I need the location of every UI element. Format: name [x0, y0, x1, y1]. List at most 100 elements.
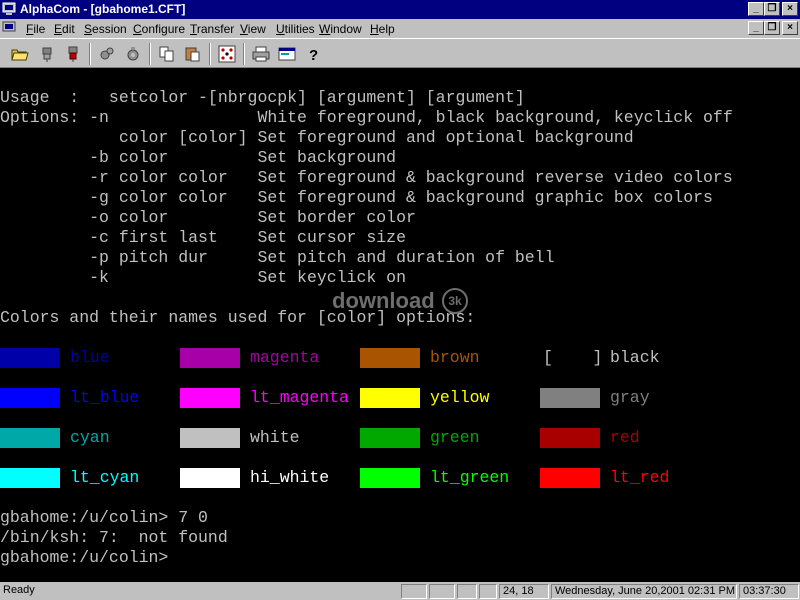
menu-bar: File Edit Session Configure Transfer Vie…	[0, 19, 800, 38]
usage-line: color [color] Set foreground and optiona…	[0, 128, 634, 147]
window-icon	[278, 47, 296, 61]
shell-prompt-line: gbahome:/u/colin>	[0, 548, 169, 567]
menu-transfer[interactable]: Transfer	[190, 22, 234, 36]
color-swatch-hi-white	[180, 468, 240, 488]
color-name-gray: gray	[610, 388, 650, 407]
watermark-text: download	[332, 288, 435, 313]
paste-icon	[185, 47, 200, 62]
print-button[interactable]	[250, 43, 272, 65]
color-name-magenta: magenta	[250, 348, 320, 367]
menu-session[interactable]: Session	[84, 22, 127, 36]
menu-view[interactable]: View	[240, 22, 266, 36]
svg-text:?: ?	[309, 47, 318, 63]
color-name-white: white	[250, 428, 300, 447]
status-datetime: Wednesday, June 20,2001 02:31 PM	[551, 584, 737, 599]
color-swatch-yellow	[360, 388, 420, 408]
grid-dots-icon	[218, 45, 236, 63]
settings-button[interactable]	[122, 43, 144, 65]
color-swatch-gray	[540, 388, 600, 408]
watermark-badge: 3k	[442, 288, 468, 314]
gears-icon	[100, 47, 114, 60]
close-button[interactable]: ×	[782, 2, 798, 16]
color-swatch-lt-magenta	[180, 388, 240, 408]
doc-minimize-button[interactable]: _	[748, 21, 764, 35]
connect-plug-icon	[42, 47, 52, 62]
open-folder-button[interactable]	[9, 43, 31, 65]
printer-icon	[252, 46, 270, 62]
toolbar-separator	[149, 43, 151, 65]
color-name-hi-white: hi_white	[250, 468, 330, 487]
color-swatch-lt-red	[540, 468, 600, 488]
color-name-lt-magenta: lt_magenta	[250, 388, 350, 407]
copy-icon	[159, 46, 174, 62]
window-layout-button[interactable]	[276, 43, 298, 65]
color-name-black: black	[610, 348, 660, 367]
color-swatch-red	[540, 428, 600, 448]
doc-restore-button[interactable]: ❐	[764, 21, 780, 35]
color-swatch-black-bracket: [ ]	[543, 348, 603, 367]
help-question-icon: ?	[309, 47, 318, 63]
menu-window[interactable]: Window	[319, 22, 362, 36]
status-ready: Ready	[3, 584, 35, 596]
disconnect-plug-icon	[68, 46, 78, 62]
color-swatch-magenta	[180, 348, 240, 368]
color-name-lt-blue: lt_blue	[70, 388, 140, 407]
terminal-screen[interactable]: Usage : setcolor -[nbrgocpk] [argument] …	[0, 68, 800, 582]
status-indicator	[457, 584, 477, 599]
menu-configure[interactable]: Configure	[133, 22, 185, 36]
title-bar: AlphaCom - [gbahome1.CFT] _ ❐ ×	[0, 0, 800, 19]
color-swatch-cyan	[0, 428, 60, 448]
menu-help[interactable]: Help	[370, 22, 395, 36]
color-swatch-lt-green	[360, 468, 420, 488]
menu-edit[interactable]: Edit	[54, 22, 75, 36]
toolbar-separator	[89, 43, 91, 65]
color-name-red: red	[610, 428, 640, 447]
help-button[interactable]: ?	[302, 43, 324, 65]
color-swatch-blue	[0, 348, 60, 368]
connect-button[interactable]	[36, 43, 58, 65]
macro-button[interactable]	[216, 43, 238, 65]
usage-line: Usage : setcolor -[nbrgocpk] [argument] …	[0, 88, 525, 107]
color-name-lt-cyan: lt_cyan	[70, 468, 140, 487]
usage-line: -o color Set border color	[0, 208, 416, 227]
color-name-lt-green: lt_green	[430, 468, 510, 487]
minimize-button[interactable]: _	[748, 2, 764, 16]
status-elapsed-time: 03:37:30	[739, 584, 799, 599]
document-icon[interactable]	[2, 21, 16, 35]
copy-button[interactable]	[156, 43, 178, 65]
shell-error-line: /bin/ksh: 7: not found	[0, 528, 228, 547]
toolbar-separator	[243, 43, 245, 65]
color-swatch-brown	[360, 348, 420, 368]
color-name-yellow: yellow	[430, 388, 490, 407]
status-indicator	[429, 584, 455, 599]
color-name-lt-red: lt_red	[610, 468, 670, 487]
status-indicator	[401, 584, 427, 599]
usage-line: -b color Set background	[0, 148, 397, 167]
open-folder-icon	[11, 49, 29, 61]
color-name-cyan: cyan	[70, 428, 110, 447]
usage-line: -k Set keyclick on	[0, 268, 406, 287]
color-swatch-lt-cyan	[0, 468, 60, 488]
usage-line: -c first last Set cursor size	[0, 228, 406, 247]
status-bar: Ready 24, 18 Wednesday, June 20,2001 02:…	[0, 582, 800, 600]
status-cursor-position: 24, 18	[499, 584, 549, 599]
print-setup-button[interactable]	[96, 43, 118, 65]
alphacom-app-icon[interactable]	[2, 2, 16, 16]
disconnect-button[interactable]	[62, 43, 84, 65]
usage-line: Options: -n White foreground, black back…	[0, 108, 733, 127]
color-name-blue: blue	[70, 348, 110, 367]
color-name-green: green	[430, 428, 480, 447]
usage-line: -p pitch dur Set pitch and duration of b…	[0, 248, 555, 267]
color-name-brown: brown	[430, 348, 480, 367]
usage-line: -g color color Set foreground & backgrou…	[0, 188, 713, 207]
color-swatch-green	[360, 428, 420, 448]
toolbar-separator	[209, 43, 211, 65]
paste-button[interactable]	[182, 43, 204, 65]
color-swatch-lt-blue	[0, 388, 60, 408]
menu-utilities[interactable]: Utilities	[276, 22, 315, 36]
window-title: AlphaCom - [gbahome1.CFT]	[20, 2, 186, 16]
maximize-button[interactable]: ❐	[764, 2, 780, 16]
menu-file[interactable]: File	[26, 22, 45, 36]
doc-close-button[interactable]: ×	[782, 21, 798, 35]
shell-prompt-line: gbahome:/u/colin> 7 0	[0, 508, 208, 527]
